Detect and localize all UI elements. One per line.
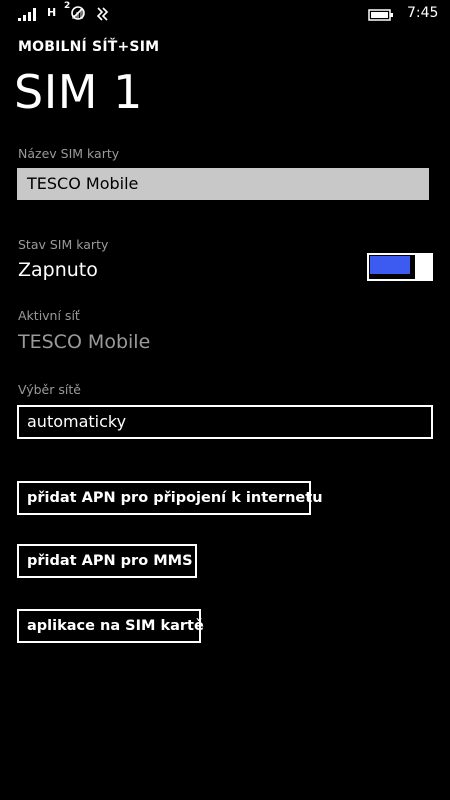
network-selection-dropdown[interactable]: automaticky: [17, 405, 433, 439]
toggle-thumb[interactable]: [417, 253, 433, 281]
active-network-label: Aktivní síť: [18, 308, 80, 323]
sim-state-label: Stav SIM karty: [18, 237, 109, 252]
sim-state-value: Zapnuto: [18, 259, 98, 281]
sim-apps-button[interactable]: aplikace na SIM kartě: [17, 609, 204, 643]
add-apn-mms-button[interactable]: přidat APN pro MMS: [17, 544, 197, 578]
add-apn-internet-button[interactable]: přidat APN pro připojení k internetu: [17, 481, 323, 515]
signal-strength-icon: [18, 8, 36, 21]
active-network-value: TESCO Mobile: [18, 331, 151, 353]
network-selection-label: Výběr sítě: [18, 382, 81, 397]
clock-time: 7:45: [407, 5, 439, 21]
page-title: SIM 1: [14, 65, 143, 119]
sim-state-toggle[interactable]: [367, 253, 433, 281]
toggle-fill: [370, 256, 410, 274]
battery-icon: [368, 9, 393, 21]
sim-name-field[interactable]: TESCO Mobile: [17, 168, 429, 200]
sim2-no-signal-icon: 2: [64, 1, 88, 21]
vibrate-icon: [96, 7, 109, 21]
sim-name-label: Název SIM karty: [18, 146, 120, 161]
app-title: MOBILNÍ SÍŤ+SIM: [18, 39, 160, 55]
status-bar: H 2 7:45: [0, 0, 450, 26]
network-type-label: H: [47, 6, 57, 19]
